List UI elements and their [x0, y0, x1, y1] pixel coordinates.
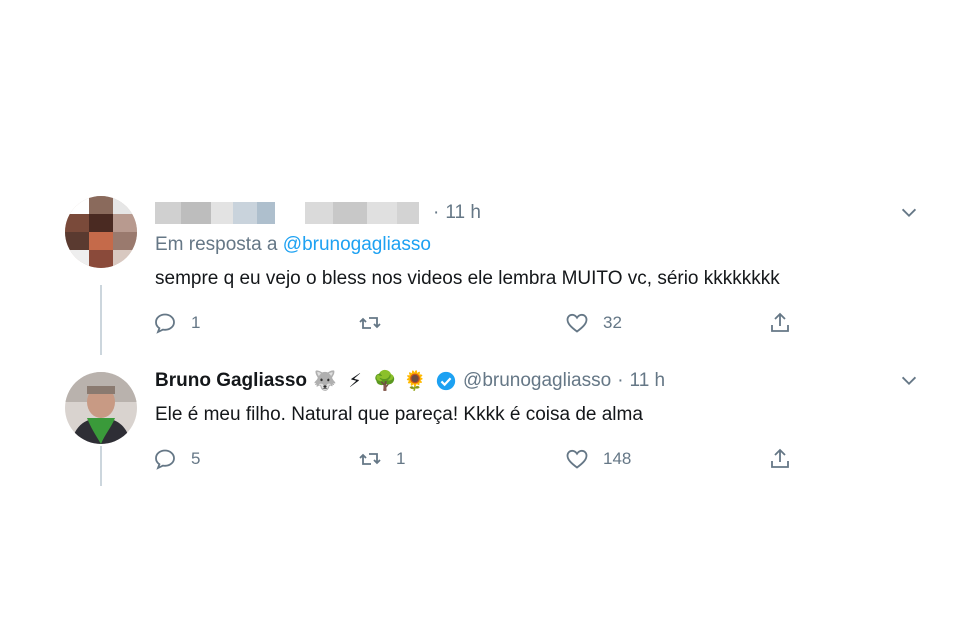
like-icon: [566, 313, 588, 333]
like-button[interactable]: 148: [565, 444, 631, 474]
share-button[interactable]: [768, 444, 792, 474]
avatar[interactable]: [65, 372, 137, 444]
thread-connector-line-lower: [100, 446, 102, 486]
retweet-icon: [359, 317, 381, 329]
author-name[interactable]: Bruno Gagliasso: [155, 370, 307, 392]
like-count: 148: [603, 449, 632, 468]
retweet-count: 1: [396, 449, 406, 468]
in-reply-to: Em resposta a @brunogagliasso: [155, 234, 431, 256]
reply-button[interactable]: 1: [153, 308, 200, 338]
share-button[interactable]: [768, 308, 792, 338]
main-tweet-actions: 5 1 148: [153, 444, 913, 474]
lightning-emoji: ⚡: [348, 370, 362, 392]
like-icon: [566, 449, 588, 469]
reply-tweet-time[interactable]: 11 h: [445, 202, 481, 224]
verified-badge-icon: [436, 371, 456, 391]
reply-icon: [155, 449, 175, 470]
in-reply-prefix: Em resposta a: [155, 234, 278, 255]
separator-dot: ·: [433, 202, 440, 223]
author-handle[interactable]: @brunogagliasso: [463, 370, 611, 392]
like-button[interactable]: 32: [565, 308, 622, 338]
avatar-blurred[interactable]: [65, 196, 137, 268]
reply-icon: [155, 313, 175, 334]
retweet-icon: [359, 453, 381, 465]
main-tweet-time[interactable]: 11 h: [630, 370, 666, 392]
reply-count: 5: [191, 449, 201, 468]
reply-tweet-actions: 1 32: [153, 308, 913, 338]
share-icon: [771, 448, 789, 468]
main-tweet-header: Bruno Gagliasso 🐺 ⚡ 🌳 🌻 @brunogagliasso …: [155, 366, 665, 396]
reply-count: 1: [191, 313, 201, 332]
reply-tweet-header: · 11 h: [155, 198, 481, 228]
wolf-emoji: 🐺: [313, 371, 337, 392]
main-tweet-text: Ele é meu filho. Natural que pareça! Kkk…: [155, 404, 643, 425]
reply-tweet-text: sempre q eu vejo o bless nos videos ele …: [155, 268, 780, 289]
tree-emoji: 🌳: [373, 371, 397, 392]
in-reply-handle-link[interactable]: @brunogagliasso: [283, 234, 431, 255]
retweet-button[interactable]: 1: [358, 444, 405, 474]
chevron-down-icon[interactable]: [898, 370, 920, 392]
share-icon: [771, 312, 789, 332]
like-count: 32: [603, 313, 622, 332]
chevron-down-icon[interactable]: [898, 202, 920, 224]
retweet-button[interactable]: [358, 308, 396, 338]
sunflower-emoji: 🌻: [403, 371, 427, 392]
blurred-username[interactable]: [155, 198, 419, 228]
reply-button[interactable]: 5: [153, 444, 200, 474]
thread-connector-line: [100, 285, 102, 355]
separator-dot: ·: [617, 370, 624, 391]
